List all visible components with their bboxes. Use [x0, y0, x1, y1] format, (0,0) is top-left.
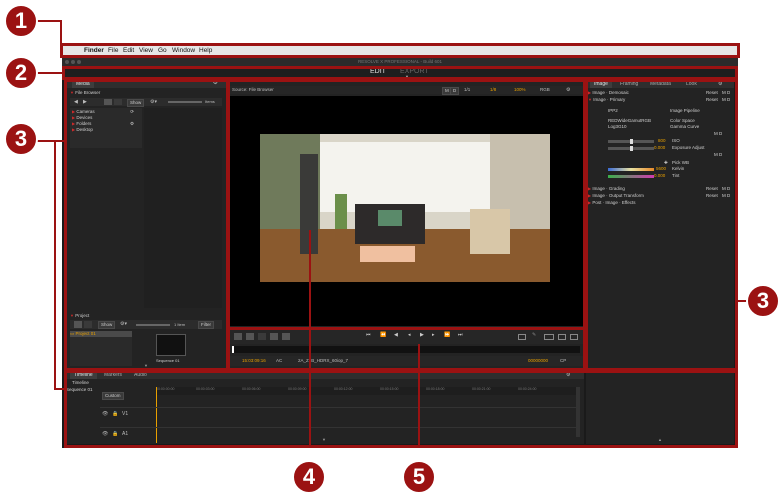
callout-line [60, 20, 62, 46]
callout-4: 4 [292, 460, 326, 494]
window-title-text: RESOLVE X PROFESSIONAL - Build 601 [357, 59, 443, 64]
window-min-icon[interactable] [71, 60, 75, 64]
callout-2: 2 [4, 56, 38, 90]
callout-1: 1 [4, 4, 38, 38]
callout-3-left: 3 [4, 122, 38, 156]
media-panel-highlight [64, 79, 229, 371]
window-close-icon[interactable] [65, 60, 69, 64]
callout-line [54, 388, 66, 390]
window-title: RESOLVE X PROFESSIONAL - Build 601 [62, 58, 738, 66]
callout-line [418, 344, 420, 448]
timeline-highlight [64, 370, 738, 448]
callout-line [36, 140, 64, 142]
page-bar-highlight [62, 66, 738, 80]
window-zoom-icon[interactable] [77, 60, 81, 64]
inspector-highlight [585, 79, 738, 371]
callout-line [54, 140, 56, 390]
callout-line [309, 230, 311, 448]
viewer-transport-divider [227, 327, 586, 330]
callout-3-right: 3 [746, 284, 780, 318]
callout-5: 5 [402, 460, 436, 494]
callout-line [36, 72, 64, 74]
menu-bar-highlight [60, 43, 740, 58]
callout-line [36, 20, 62, 22]
